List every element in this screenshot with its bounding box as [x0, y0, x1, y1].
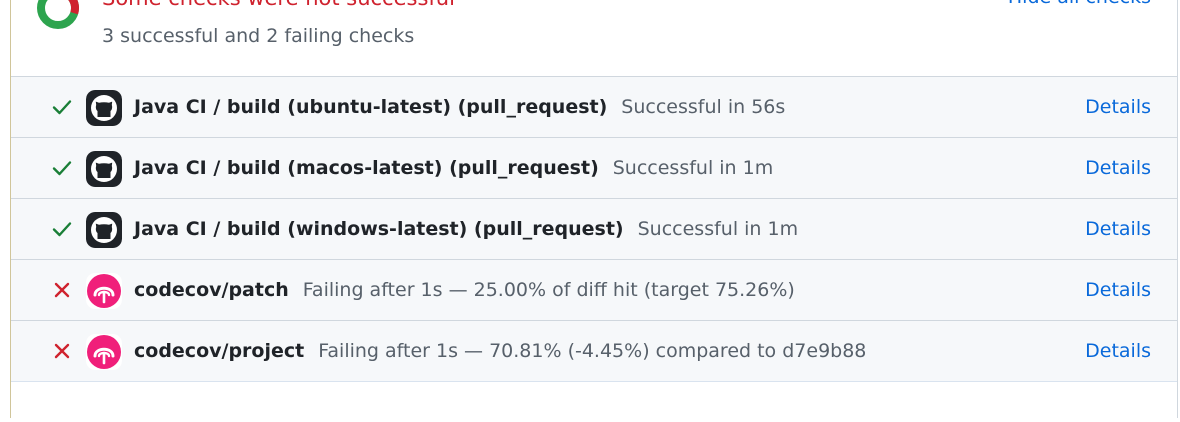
check-text: codecov/project Failing after 1s — 70.81%…: [134, 321, 866, 381]
check-description: Successful in 1m: [612, 157, 774, 179]
details-link[interactable]: Details: [1085, 77, 1151, 137]
checks-summary: Some checks were not successful 3 succes…: [11, 0, 1177, 76]
check-icon: [52, 100, 72, 115]
hide-all-checks-link[interactable]: Hide all checks: [1008, 0, 1151, 8]
details-link[interactable]: Details: [1085, 199, 1151, 259]
check-text: Java CI / build (windows-latest) (pull_r…: [134, 199, 798, 259]
details-link[interactable]: Details: [1085, 260, 1151, 320]
codecov-icon[interactable]: [86, 334, 122, 370]
check-name: codecov/project: [134, 340, 305, 362]
check-row: codecov/project Failing after 1s — 70.81%…: [11, 321, 1177, 382]
check-row: Java CI / build (macos-latest) (pull_req…: [11, 138, 1177, 199]
x-icon: [54, 282, 70, 298]
check-name: Java CI / build (windows-latest) (pull_r…: [134, 218, 624, 240]
check-name: Java CI / build (macos-latest) (pull_req…: [134, 157, 599, 179]
check-icon: [52, 161, 72, 176]
x-icon: [54, 343, 70, 359]
check-row: codecov/patch Failing after 1s — 25.00% o…: [11, 260, 1177, 321]
check-description: Failing after 1s — 25.00% of diff hit (t…: [302, 279, 795, 301]
checks-list-footer: [11, 382, 1177, 422]
check-description: Successful in 1m: [637, 218, 799, 240]
checks-summary-title: Some checks were not successful: [102, 0, 455, 10]
check-row: Java CI / build (ubuntu-latest) (pull_re…: [11, 77, 1177, 138]
github-icon[interactable]: [86, 212, 122, 248]
checks-list: Java CI / build (ubuntu-latest) (pull_re…: [11, 76, 1177, 422]
check-description: Successful in 56s: [621, 96, 786, 118]
github-icon[interactable]: [86, 90, 122, 126]
check-row: Java CI / build (windows-latest) (pull_r…: [11, 199, 1177, 260]
details-link[interactable]: Details: [1085, 138, 1151, 198]
check-name: codecov/patch: [134, 279, 289, 301]
check-description: Failing after 1s — 70.81% (-4.45%) compa…: [318, 340, 867, 362]
github-icon[interactable]: [86, 151, 122, 187]
codecov-icon[interactable]: [86, 273, 122, 309]
check-name: Java CI / build (ubuntu-latest) (pull_re…: [134, 96, 608, 118]
checks-status-donut-icon: [37, 0, 79, 29]
checks-panel: Some checks were not successful 3 succes…: [10, 0, 1178, 422]
check-icon: [52, 222, 72, 237]
details-link[interactable]: Details: [1085, 321, 1151, 381]
check-text: Java CI / build (ubuntu-latest) (pull_re…: [134, 77, 785, 137]
check-text: Java CI / build (macos-latest) (pull_req…: [134, 138, 773, 198]
check-text: codecov/patch Failing after 1s — 25.00% o…: [134, 260, 795, 320]
checks-summary-subtitle: 3 successful and 2 failing checks: [102, 25, 415, 47]
